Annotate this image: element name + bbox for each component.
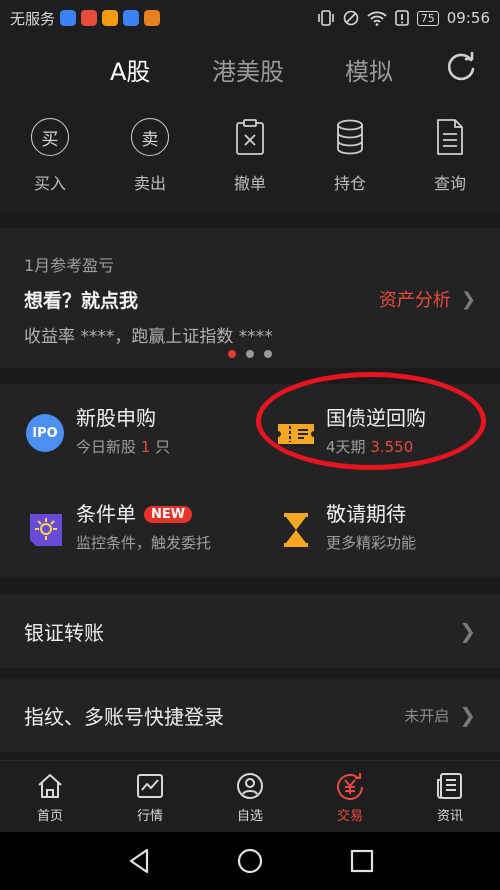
back-icon[interactable]	[125, 846, 155, 876]
sell-button[interactable]: 卖 卖出	[110, 116, 190, 194]
tab-hk-us-stocks[interactable]: 港美股	[212, 52, 284, 87]
nav-news-label: 资讯	[436, 809, 463, 824]
nav-trade-label: 交易	[336, 809, 363, 824]
quick-login-row[interactable]: 指纹、多账号快捷登录 未开启 ❯	[0, 678, 500, 752]
buy-label: 买入	[33, 174, 66, 193]
app-notification-icon	[123, 10, 140, 26]
tab-simulation[interactable]: 模拟	[345, 52, 393, 87]
ipo-count: 1	[140, 438, 151, 456]
ipo-title: 新股申购	[76, 406, 156, 430]
battery-indicator: 75	[416, 10, 439, 26]
home-icon	[38, 774, 62, 798]
chevron-right-icon: ❯	[459, 703, 476, 727]
carrier-text: 无服务	[10, 9, 56, 28]
pnl-card[interactable]: 1月参考盈亏 想看？就点我 资产分析 ❯ 收益率 ****，跑赢上证指数 ***…	[0, 228, 500, 368]
conditional-order-subtitle: 监控条件，触发委托	[76, 534, 212, 552]
recents-icon[interactable]	[347, 846, 377, 876]
app-notification-icon	[144, 10, 161, 26]
coming-soon-subtitle: 更多精彩功能	[326, 534, 417, 552]
feature-grid: IPO 新股申购 今日新股 1 只 国债逆回购 4天期 3.550 条件单 NEW…	[0, 384, 500, 578]
conditional-order-icon	[30, 514, 62, 546]
nav-news[interactable]: 资讯	[400, 771, 500, 824]
hourglass-icon	[284, 513, 308, 547]
market-tabs: A股 港美股 模拟	[0, 36, 500, 102]
alert-icon	[394, 10, 409, 26]
no-sim-icon	[343, 10, 359, 26]
carousel-indicator	[0, 350, 500, 358]
market-icon	[137, 774, 163, 798]
sell-icon: 卖	[131, 118, 169, 156]
pnl-description: 收益率 ****，跑赢上证指数 ****	[24, 327, 273, 347]
refresh-icon[interactable]	[444, 50, 478, 84]
coming-soon-entry[interactable]: 敬请期待 更多精彩功能	[276, 498, 500, 578]
nav-watchlist[interactable]: 自选	[200, 771, 300, 824]
ipo-subtitle: 今日新股 1 只	[76, 438, 171, 456]
app-notification-icon	[102, 10, 119, 26]
quick-login-status: 未开启	[404, 706, 450, 725]
pnl-title[interactable]: 想看？就点我	[24, 286, 138, 313]
tab-a-shares[interactable]: A股	[110, 52, 150, 87]
cancel-order-icon	[236, 119, 264, 155]
carousel-dot	[264, 350, 272, 358]
repo-title: 国债逆回购	[326, 406, 426, 430]
wifi-icon	[367, 11, 387, 26]
vibrate-icon	[317, 10, 334, 26]
nav-home[interactable]: 首页	[0, 771, 100, 824]
quick-login-label: 指纹、多账号快捷登录	[24, 704, 224, 729]
query-label: 查询	[433, 174, 466, 193]
cancel-order-button[interactable]: 撤单	[210, 116, 290, 194]
system-nav-bar	[0, 832, 500, 890]
app-notification-icon	[60, 10, 77, 26]
status-bar: 无服务 75 09:56	[0, 0, 500, 36]
pnl-month: 1月参考盈亏	[24, 256, 115, 275]
trade-icon	[337, 773, 363, 800]
buy-button[interactable]: 买 买入	[10, 116, 90, 194]
sell-label: 卖出	[133, 174, 166, 193]
nav-watchlist-label: 自选	[236, 809, 263, 824]
holdings-label: 持仓	[333, 174, 366, 193]
repo-subtitle: 4天期 3.550	[326, 438, 414, 456]
home-button-icon[interactable]	[235, 846, 265, 876]
asset-analysis-label: 资产分析	[378, 290, 451, 311]
repo-rate: 3.550	[370, 438, 414, 456]
carousel-dot	[246, 350, 254, 358]
treasury-repo-entry[interactable]: 国债逆回购 4天期 3.550	[276, 402, 500, 482]
clock: 09:56	[446, 9, 490, 27]
ticket-icon	[278, 424, 314, 444]
query-button[interactable]: 查询	[410, 116, 490, 194]
conditional-order-entry[interactable]: 条件单 NEW 监控条件，触发委托	[26, 498, 256, 578]
nav-trade[interactable]: 交易	[300, 771, 400, 824]
chevron-right-icon: ❯	[459, 619, 476, 643]
holdings-button[interactable]: 持仓	[310, 116, 390, 194]
cancel-order-label: 撤单	[233, 174, 266, 193]
asset-analysis-link[interactable]: 资产分析 ❯	[379, 286, 476, 312]
query-icon	[437, 119, 463, 155]
trade-actions: 买 买入 卖 卖出 撤单 持仓 查询	[0, 102, 500, 212]
bank-securities-transfer-row[interactable]: 银证转账 ❯	[0, 594, 500, 668]
bank-transfer-label: 银证转账	[24, 620, 104, 645]
bottom-nav: 首页 行情 自选 交易 资讯	[0, 760, 500, 832]
app-notification-icon	[81, 10, 98, 26]
new-badge: NEW	[144, 506, 193, 523]
ipo-icon: IPO	[26, 414, 64, 452]
chevron-right-icon: ❯	[460, 288, 476, 310]
ipo-subscribe-entry[interactable]: IPO 新股申购 今日新股 1 只	[26, 402, 256, 482]
news-icon	[437, 773, 462, 799]
holdings-icon	[337, 119, 363, 155]
conditional-order-title: 条件单 NEW	[76, 498, 193, 527]
watchlist-icon	[237, 773, 263, 799]
carousel-dot	[228, 350, 236, 358]
nav-market-label: 行情	[136, 809, 163, 824]
buy-icon: 买	[31, 118, 69, 156]
coming-soon-title: 敬请期待	[326, 502, 406, 526]
nav-home-label: 首页	[36, 809, 63, 824]
nav-market[interactable]: 行情	[100, 771, 200, 824]
